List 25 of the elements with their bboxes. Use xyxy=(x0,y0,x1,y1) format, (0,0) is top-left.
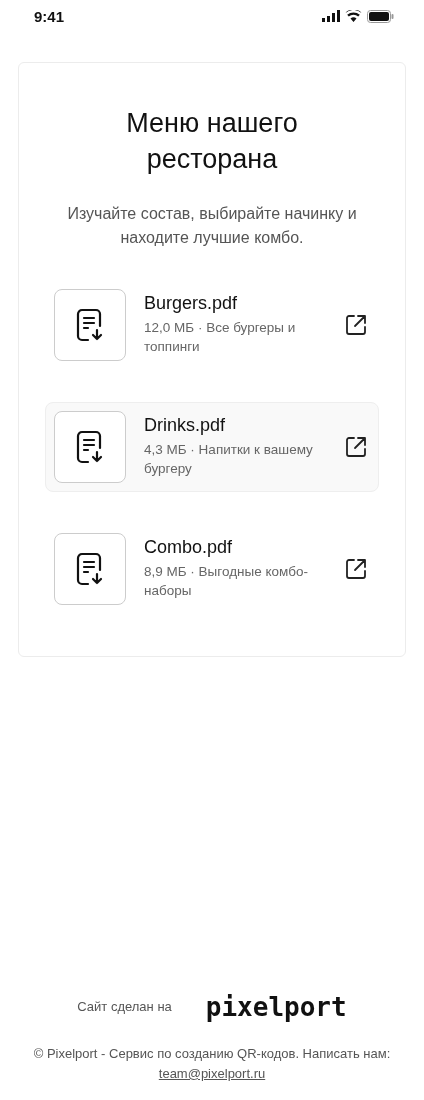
file-name: Combo.pdf xyxy=(144,536,234,558)
page-title: Меню нашего ресторана xyxy=(125,107,299,177)
external-link-icon[interactable] xyxy=(344,556,368,581)
status-time: 9:41 xyxy=(34,7,65,25)
document-download-icon xyxy=(76,307,104,342)
external-link-icon[interactable] xyxy=(344,434,368,459)
file-item[interactable]: Drinks.pdf 4,3 МБ · Напитки к вашему бургеру xyxy=(45,401,379,492)
file-item[interactable]: Combo.pdf 8,9 МБ · Выгодные комбо-наборы xyxy=(45,523,379,614)
file-name: Burgers.pdf xyxy=(144,292,239,314)
file-description: 4,3 МБ · Напитки к вашему бургеру xyxy=(144,440,314,479)
file-description: 8,9 МБ · Выгодные комбо-наборы xyxy=(144,562,309,601)
document-download-icon xyxy=(76,551,104,586)
signal-icon xyxy=(322,10,340,22)
wifi-icon xyxy=(345,10,362,22)
battery-icon xyxy=(367,9,394,23)
external-link-icon[interactable] xyxy=(344,312,368,337)
made-by-label: Сайт сделан на xyxy=(77,999,172,1015)
logo[interactable]: pixelport xyxy=(205,991,347,1022)
file-description: 12,0 МБ · Все бургеры и топпинги xyxy=(144,318,297,357)
file-name: Drinks.pdf xyxy=(144,414,227,436)
file-item[interactable]: Burgers.pdf 12,0 МБ · Все бургеры и топпинги xyxy=(45,279,379,370)
email-link[interactable]: team@pixelport.ru xyxy=(158,1065,266,1081)
copyright-text: © Pixelport - Сервис по созданию QR-кодов. Написать нам: team@pixelport.ru xyxy=(32,1044,392,1083)
document-download-icon xyxy=(76,429,104,464)
page-subtitle: Изучайте состав, выбирайте начинку и находите лучшие комбо. xyxy=(66,203,358,248)
